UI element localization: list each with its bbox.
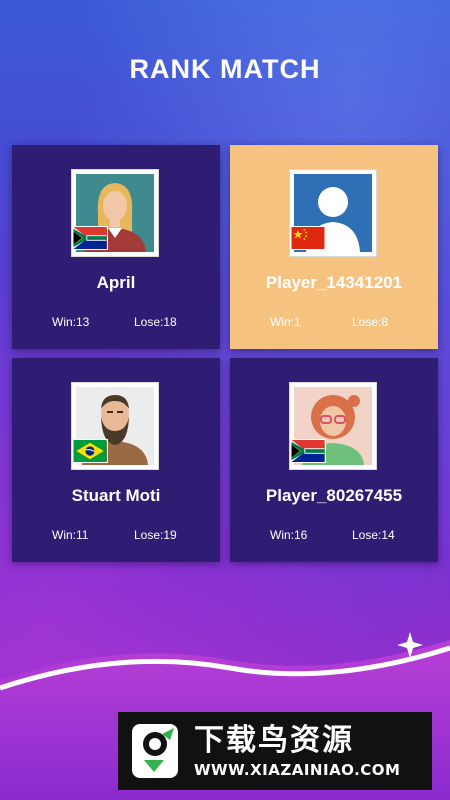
lose-count: Lose:14 bbox=[352, 528, 395, 542]
watermark-banner: 下载鸟资源 WWW.XIAZAINIAO.COM bbox=[118, 712, 432, 790]
win-count: Win:13 bbox=[52, 315, 90, 329]
player-card-stuart-moti[interactable]: Stuart Moti Win:11 Lose:19 bbox=[12, 358, 220, 562]
player-avatar bbox=[71, 382, 159, 470]
south-africa-flag-icon bbox=[72, 226, 108, 250]
player-name: Player_80267455 bbox=[265, 486, 403, 505]
lose-count: Lose:18 bbox=[134, 315, 177, 329]
win-count: Win:16 bbox=[270, 528, 308, 542]
player-name: April bbox=[96, 273, 136, 292]
brazil-flag-icon bbox=[72, 439, 108, 463]
china-flag-icon bbox=[290, 226, 326, 250]
player-name: Stuart Moti bbox=[71, 486, 161, 505]
player-name: Player_14341201 bbox=[265, 273, 403, 292]
win-count: Win:1 bbox=[270, 315, 301, 329]
player-avatar bbox=[289, 169, 377, 257]
win-count: Win:11 bbox=[52, 528, 89, 542]
page-title: RANK MATCH bbox=[129, 54, 321, 84]
south-africa-flag-icon bbox=[290, 439, 326, 463]
player-card-player-14341201[interactable]: Player_14341201 Win:1 Lose:8 bbox=[230, 145, 438, 349]
player-avatar bbox=[289, 382, 377, 470]
player-card-player-80267455[interactable]: Player_80267455 Win:16 Lose:14 bbox=[230, 358, 438, 562]
player-card-april[interactable]: April Win:13 Lose:18 bbox=[12, 145, 220, 349]
bird-logo-icon bbox=[126, 720, 186, 782]
player-avatar bbox=[71, 169, 159, 257]
watermark-url: WWW.XIAZAINIAO.COM bbox=[194, 761, 401, 779]
watermark-brand: 下载鸟资源 bbox=[194, 723, 354, 758]
lose-count: Lose:19 bbox=[134, 528, 177, 542]
lose-count: Lose:8 bbox=[352, 315, 389, 329]
